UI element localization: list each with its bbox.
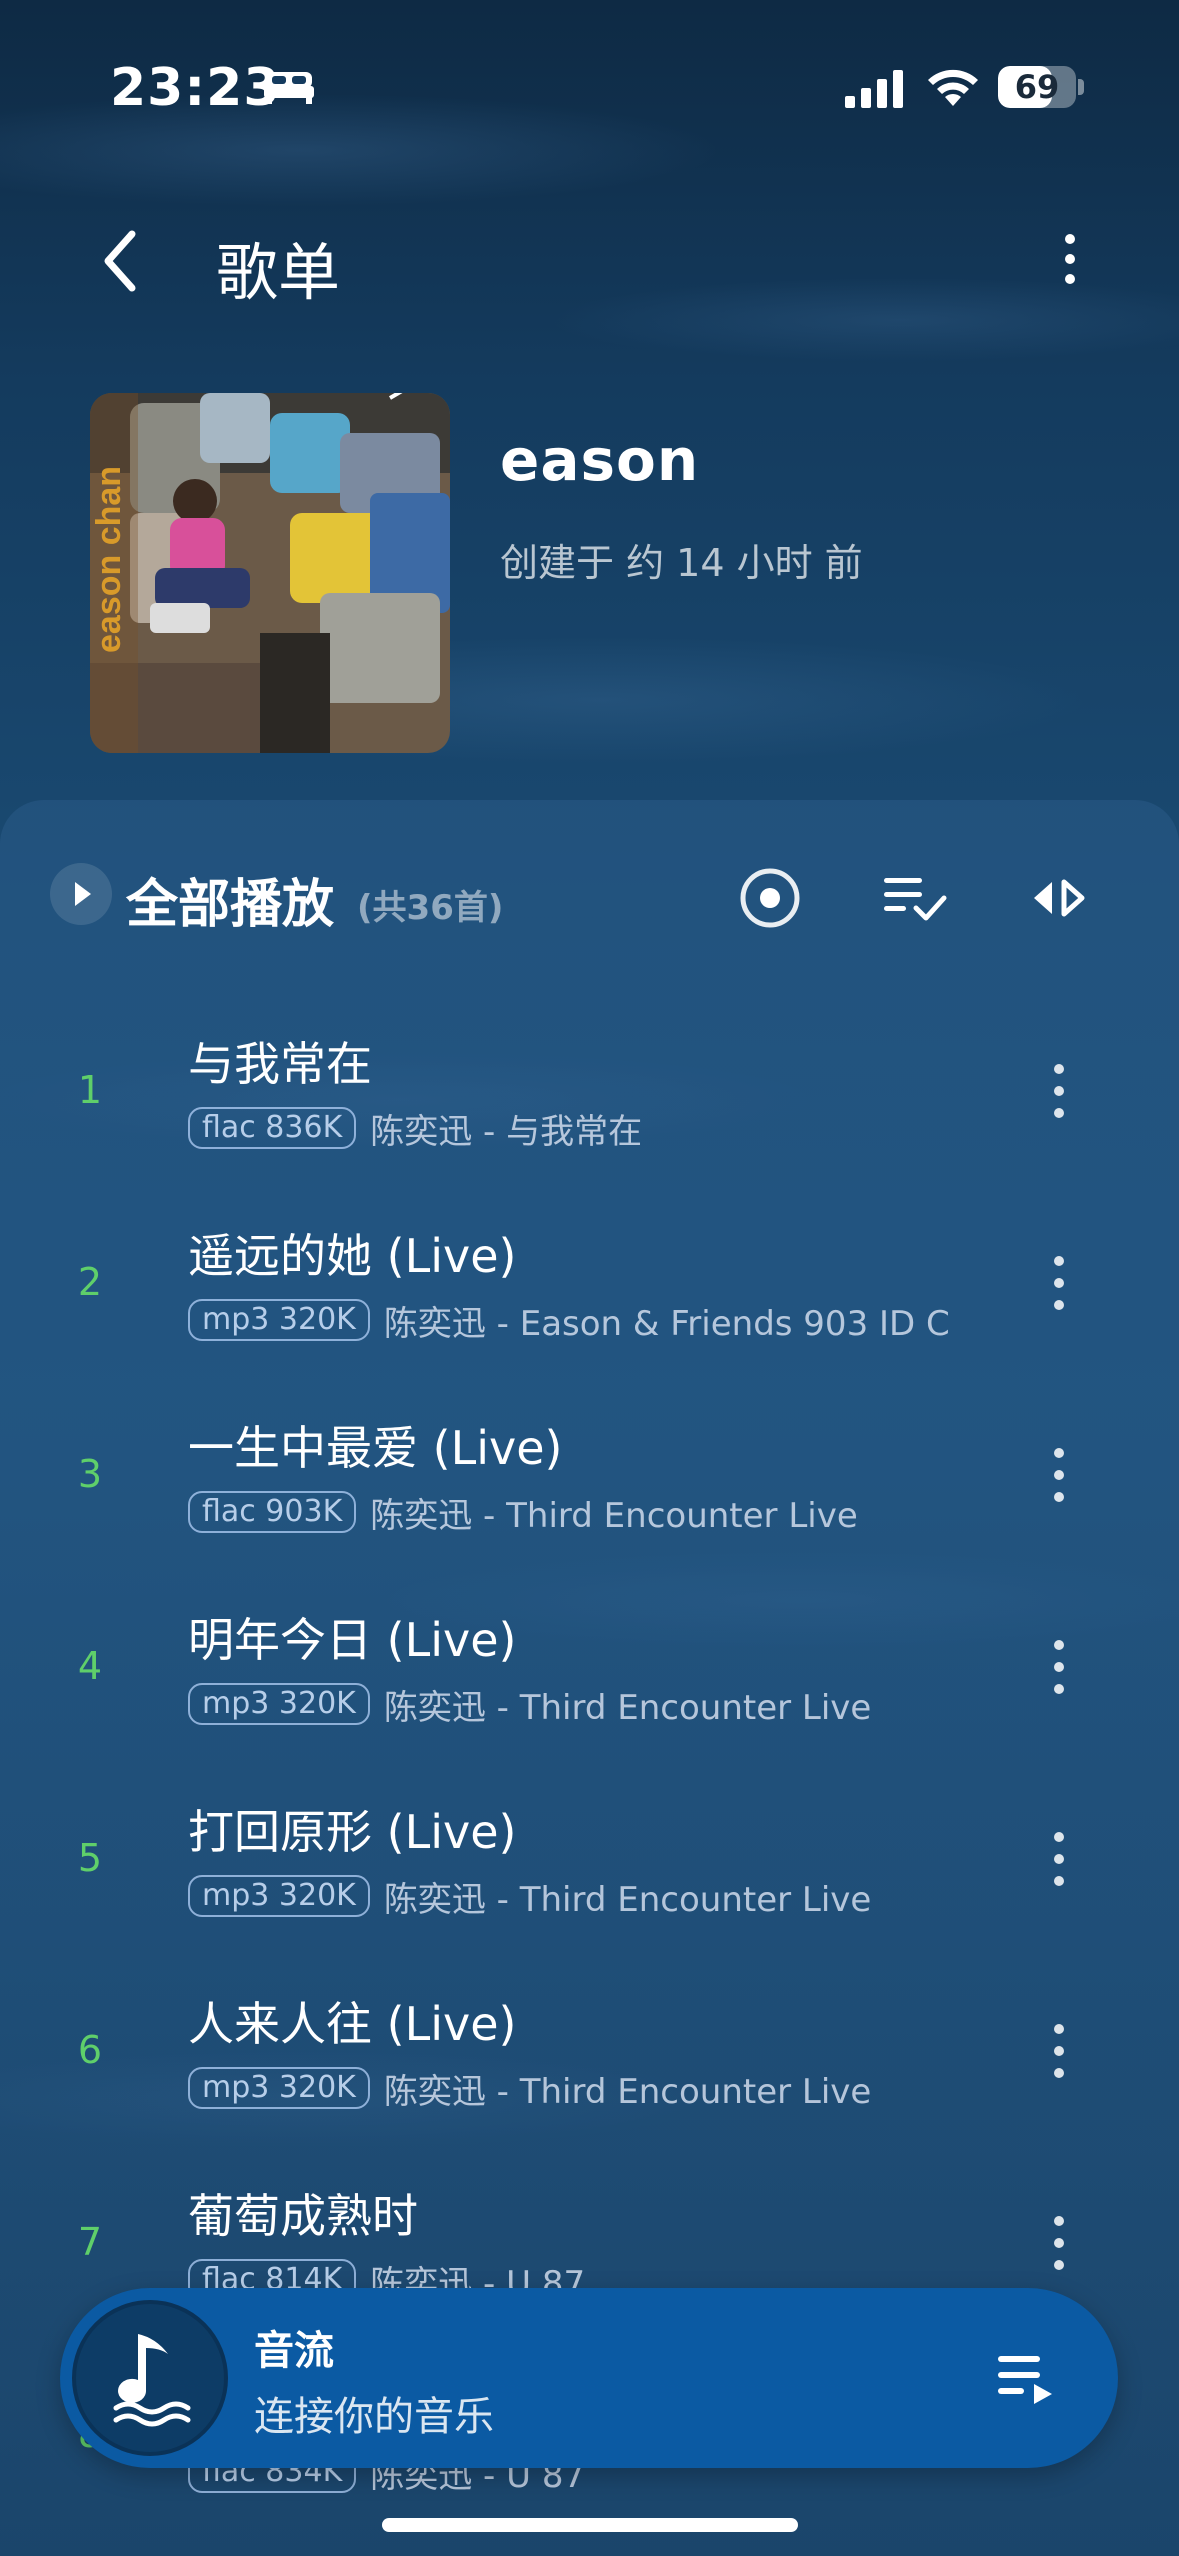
mini-player-art[interactable] (72, 2300, 228, 2456)
music-note-icon (113, 2334, 191, 2427)
song-more-button[interactable] (1050, 2216, 1068, 2276)
song-title: 与我常在 (188, 1037, 372, 1091)
song-row[interactable]: 1 与我常在 flac 836K 陈奕迅 - 与我常在 (0, 1000, 1179, 1190)
song-meta: mp3 320K 陈奕迅 - Third Encounter Live (188, 1874, 978, 1918)
battery-cap (1078, 79, 1084, 95)
status-time: 23:23 (110, 58, 281, 118)
playlist-created: 创建于 约 14 小时 前 (500, 541, 863, 585)
sort-icon[interactable] (1030, 876, 1086, 920)
song-index: 6 (77, 2028, 103, 2072)
song-title: 明年今日 (Live) (188, 1613, 517, 1667)
song-row[interactable]: 4 明年今日 (Live) mp3 320K 陈奕迅 - Third Encounte… (0, 1576, 1179, 1766)
more-options-button[interactable] (1052, 230, 1088, 296)
song-title: 葡萄成熟时 (188, 2189, 418, 2243)
quality-badge: flac 836K (188, 1107, 357, 1149)
song-artist-album: 陈奕迅 - Eason & Friends 903 ID C (383, 1303, 950, 1343)
bed-icon (264, 72, 314, 104)
song-meta: mp3 320K 陈奕迅 - Third Encounter Live (188, 2066, 978, 2110)
song-artist-album: 陈奕迅 - Third Encounter Live (383, 1687, 872, 1727)
play-all-count: (共36首) (357, 888, 504, 928)
page-title: 歌单 (216, 236, 341, 309)
song-row[interactable]: 5 打回原形 (Live) mp3 320K 陈奕迅 - Third Encounte… (0, 1768, 1179, 1958)
song-meta: flac 903K 陈奕迅 - Third Encounter Live (188, 1490, 978, 1534)
song-more-button[interactable] (1050, 1640, 1068, 1700)
song-row[interactable]: 6 人来人往 (Live) mp3 320K 陈奕迅 - Third Encounte… (0, 1960, 1179, 2150)
song-artist-album: 陈奕迅 - 与我常在 (370, 1111, 643, 1151)
playlist-cover[interactable]: eason chan (90, 393, 450, 753)
song-meta: mp3 320K 陈奕迅 - Third Encounter Live (188, 1682, 978, 1726)
song-more-button[interactable] (1050, 1064, 1068, 1124)
battery-indicator: 69 (998, 66, 1076, 108)
song-index: 7 (77, 2220, 103, 2264)
play-icon (75, 882, 91, 906)
quality-badge: mp3 320K (188, 1683, 370, 1725)
song-more-button[interactable] (1050, 1832, 1068, 1892)
song-artist-album: 陈奕迅 - Third Encounter Live (370, 1495, 858, 1535)
mini-player-subtitle: 连接你的音乐 (254, 2394, 494, 2440)
home-indicator[interactable] (382, 2518, 798, 2532)
queue-icon[interactable] (996, 2352, 1056, 2406)
status-bar: 23:23 69 (0, 0, 1179, 150)
song-title: 人来人往 (Live) (188, 1997, 517, 2051)
song-more-button[interactable] (1050, 1256, 1068, 1316)
song-meta: mp3 320K 陈奕迅 - Eason & Friends 903 ID C (188, 1298, 978, 1342)
song-row[interactable]: 3 一生中最爱 (Live) flac 903K 陈奕迅 - Third Encoun… (0, 1384, 1179, 1574)
song-more-button[interactable] (1050, 2024, 1068, 2084)
song-row[interactable]: 2 遥远的她 (Live) mp3 320K 陈奕迅 - Eason & Friend… (0, 1192, 1179, 1382)
wifi-icon (928, 69, 978, 106)
multiselect-icon[interactable] (880, 872, 948, 924)
song-title: 一生中最爱 (Live) (188, 1421, 563, 1475)
song-index: 4 (77, 1644, 103, 1688)
signal-icon (845, 70, 903, 108)
album-art-image: eason chan (90, 393, 450, 753)
song-title: 打回原形 (Live) (188, 1805, 517, 1859)
song-meta: flac 836K 陈奕迅 - 与我常在 (188, 1106, 978, 1150)
song-index: 3 (77, 1452, 103, 1496)
quality-badge: mp3 320K (188, 2067, 370, 2109)
quality-badge: mp3 320K (188, 1875, 370, 1917)
song-index: 5 (77, 1836, 103, 1880)
locate-icon[interactable] (738, 866, 802, 930)
back-button[interactable] (96, 226, 144, 296)
quality-badge: mp3 320K (188, 1299, 370, 1341)
song-more-button[interactable] (1050, 1448, 1068, 1508)
more-icon (1065, 234, 1075, 244)
battery-text: 69 (1014, 68, 1060, 106)
mini-player-title: 音流 (254, 2328, 334, 2374)
song-artist-album: 陈奕迅 - Third Encounter Live (383, 1879, 872, 1919)
play-all-button[interactable] (50, 863, 112, 925)
song-artist-album: 陈奕迅 - Third Encounter Live (383, 2071, 872, 2111)
quality-badge: flac 903K (188, 1491, 357, 1533)
song-title: 遥远的她 (Live) (188, 1229, 517, 1283)
cover-text: eason chan (90, 466, 128, 653)
play-all-label[interactable]: 全部播放 (126, 862, 334, 937)
playlist-name: eason (500, 426, 700, 494)
song-index: 1 (77, 1068, 103, 1112)
song-index: 2 (77, 1260, 103, 1304)
